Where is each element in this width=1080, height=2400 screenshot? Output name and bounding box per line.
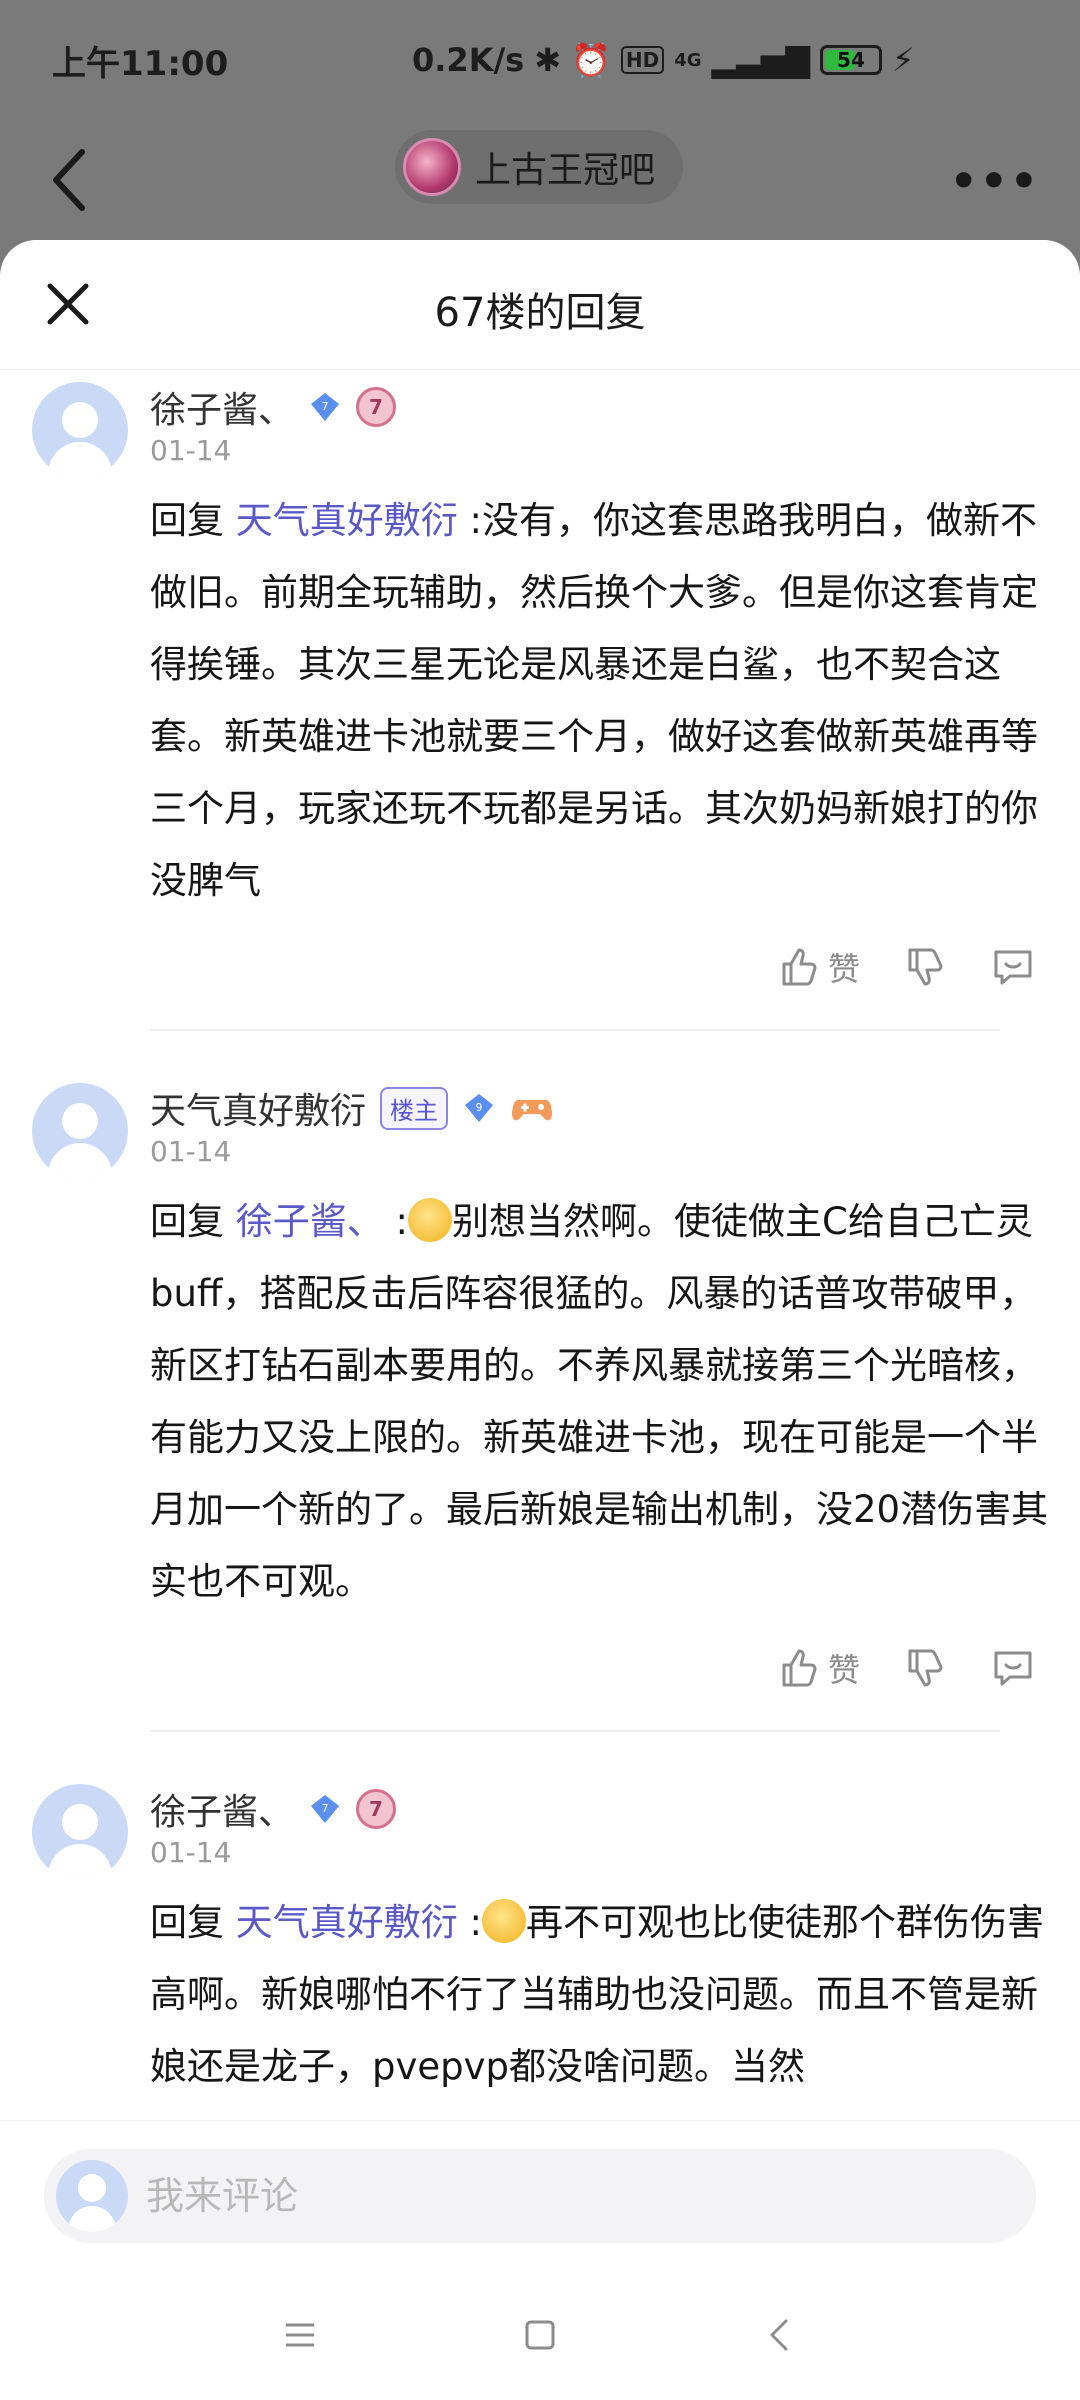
comment-bubble-icon [994, 950, 1032, 985]
comment-input-box[interactable] [44, 2149, 1036, 2243]
comment-text: 回复 天气真好敷衍 :没有，你这套思路我明白，做新不做旧。前期全玩辅助，然后换个… [150, 485, 1050, 917]
comment-text: 回复 天气真好敷衍 : 再不可观也比使徒那个群伤伤害高啊。新娘哪怕不行了当辅助也没… [150, 1887, 1050, 2103]
menu-icon[interactable] [280, 2315, 320, 2355]
comment-bubble-icon [994, 1651, 1032, 1686]
thumb-down-icon [908, 1649, 943, 1687]
home-icon[interactable] [520, 2315, 560, 2355]
like-label: 赞 [827, 1651, 860, 1689]
diamond-badge-icon: 9 [462, 1091, 496, 1125]
comment-item: 天气真好敷衍 楼主 9 01-14 回复 徐子酱、 : 别想当然啊。使徒做主C给自… [0, 1071, 1080, 1732]
username[interactable]: 天气真好敷衍 [150, 1082, 366, 1134]
svg-text:7: 7 [322, 1802, 329, 1815]
level-badge: 7 [356, 387, 397, 427]
forum-name: 上古王冠吧 [475, 150, 656, 191]
back-arrow-icon[interactable] [46, 142, 106, 218]
like-button[interactable]: 赞 [776, 1645, 860, 1691]
comment-date: 01-14 [150, 434, 232, 467]
level-badge: 7 [356, 1789, 397, 1829]
user-line: 天气真好敷衍 楼主 9 [150, 1071, 1040, 1133]
comment-item: 徐子酱、 7 7 01-14 回复 天气真好敷衍 : 再不可观也比使徒那个群伤伤害… [0, 1772, 1080, 2103]
thinking-emoji-icon [482, 1899, 526, 1943]
reply-to-user[interactable]: 天气真好敷衍 [236, 1901, 458, 1944]
colon: : [395, 1200, 408, 1243]
username[interactable]: 徐子酱、 [150, 1783, 294, 1835]
like-label: 赞 [827, 950, 860, 988]
bluetooth-icon: ✱ [534, 41, 562, 79]
comment-actions: 赞 [150, 927, 1040, 1007]
signal-icon: ▂▃▅▇ [711, 41, 810, 79]
network-type: 4G [674, 49, 702, 71]
comment-item: 徐子酱、 7 7 01-14 回复 天气真好敷衍 :没有，你这套思路我明白，做新… [0, 370, 1080, 1031]
thumb-up-icon [782, 948, 817, 986]
diamond-badge-icon: 7 [308, 1792, 342, 1826]
battery-icon: 54 [819, 45, 882, 75]
sheet-title: 67楼的回复 [434, 290, 646, 336]
comment-body: :没有，你这套思路我明白，做新不做旧。前期全玩辅助，然后换个大爹。但是你这套肯定… [150, 499, 1038, 902]
top-bar: 上古王冠吧 ••• [0, 120, 1080, 240]
reply-button[interactable] [990, 1645, 1036, 1691]
system-nav-bar [0, 2270, 1080, 2400]
smile-emoji-icon [408, 1198, 452, 1242]
reply-prefix: 回复 [150, 499, 224, 542]
reply-to-user[interactable]: 天气真好敷衍 [236, 499, 458, 542]
divider [150, 1730, 1000, 1732]
comment-list[interactable]: 徐子酱、 7 7 01-14 回复 天气真好敷衍 :没有，你这套思路我明白，做新… [0, 370, 1080, 2120]
reply-button[interactable] [990, 944, 1036, 990]
comment-body: 别想当然啊。使徒做主C给自己亡灵buff，搭配反击后阵容很猛的。风暴的话普攻带破… [150, 1200, 1049, 1603]
thumb-up-icon [782, 1649, 817, 1687]
back-icon[interactable] [760, 2315, 800, 2355]
avatar[interactable] [32, 1784, 128, 1880]
sheet-header: 67楼的回复 [0, 240, 1080, 370]
comment-date: 01-14 [150, 1135, 232, 1168]
divider [150, 1029, 1000, 1031]
status-bar: 上午11:00 0.2K/s ✱ ⏰ HD 4G ▂▃▅▇ 54 ⚡ [0, 0, 1080, 120]
hd-icon: HD [620, 46, 665, 74]
battery-level: 54 [837, 48, 865, 72]
svg-text:7: 7 [322, 400, 329, 413]
host-badge: 楼主 [380, 1086, 449, 1130]
avatar[interactable] [32, 1083, 128, 1179]
status-time: 上午11:00 [52, 43, 229, 84]
comment-input-bar [0, 2120, 1080, 2270]
avatar [56, 2160, 128, 2232]
avatar[interactable] [32, 382, 128, 478]
colon: : [469, 1901, 482, 1944]
reply-to-user[interactable]: 徐子酱、 [236, 1200, 384, 1243]
reply-prefix: 回复 [150, 1901, 224, 1944]
dislike-button[interactable] [902, 1645, 948, 1691]
comment-date: 01-14 [150, 1836, 232, 1869]
user-line: 徐子酱、 7 7 [150, 1772, 1040, 1834]
status-indicators: 0.2K/s ✱ ⏰ HD 4G ▂▃▅▇ 54 ⚡ [412, 41, 1028, 79]
comment-actions: 赞 [150, 1628, 1040, 1708]
network-speed: 0.2K/s [412, 41, 525, 79]
svg-text:9: 9 [476, 1101, 483, 1114]
more-dots-icon[interactable]: ••• [950, 156, 1040, 207]
forum-avatar [403, 138, 461, 196]
comment-text: 回复 徐子酱、 : 别想当然啊。使徒做主C给自己亡灵buff，搭配反击后阵容很猛的… [150, 1186, 1050, 1618]
dislike-button[interactable] [902, 944, 948, 990]
alarm-icon: ⏰ [571, 41, 611, 79]
reply-prefix: 回复 [150, 1200, 224, 1243]
diamond-badge-icon: 7 [308, 390, 342, 424]
forum-chip[interactable]: 上古王冠吧 [395, 130, 684, 204]
thumb-down-icon [908, 948, 943, 986]
like-button[interactable]: 赞 [776, 944, 860, 990]
charging-icon: ⚡ [891, 41, 915, 79]
user-line: 徐子酱、 7 7 [150, 370, 1040, 432]
comment-input[interactable] [146, 2174, 946, 2218]
reply-sheet: 67楼的回复 徐子酱、 7 7 01-14 回复 天气真好敷衍 :没有，你这套思… [0, 240, 1080, 2400]
gamepad-icon [510, 1090, 554, 1126]
username[interactable]: 徐子酱、 [150, 381, 294, 433]
